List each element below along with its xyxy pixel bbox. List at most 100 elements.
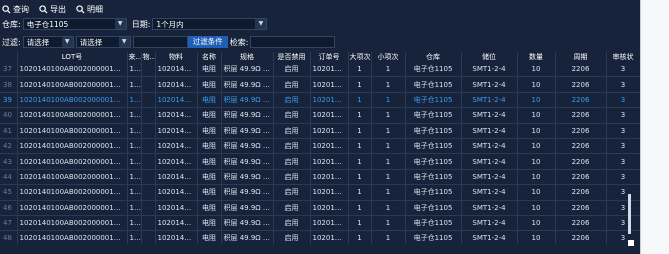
table-cell: 1 — [371, 215, 406, 232]
table-cell: 1020140100AB0020000010002... — [17, 200, 128, 216]
table-cell: 1 — [371, 138, 406, 155]
table-cell — [141, 107, 156, 124]
col-header[interactable]: 物料 — [155, 52, 198, 62]
chevron-down-icon[interactable]: ▼ — [118, 37, 130, 47]
col-header[interactable]: 名称 — [197, 52, 222, 62]
table-cell: 3 — [606, 92, 640, 109]
export-button[interactable]: 导出 — [39, 4, 66, 15]
table-cell: 2206 — [555, 107, 607, 124]
table-row[interactable]: 41 1020140100AB0020000010002... 1... 102014… — [0, 123, 640, 139]
table-cell: 3 — [606, 184, 640, 201]
table-cell — [141, 184, 156, 201]
table-cell: 1 — [371, 200, 406, 216]
col-header[interactable]: 规格 — [221, 52, 274, 62]
table-cell: 1020140... — [155, 153, 198, 170]
col-header[interactable]: 是否禁用 — [273, 52, 311, 62]
table-cell: 积层 49.9Ω 04... — [221, 169, 274, 186]
table-cell: 1020140... — [310, 169, 349, 186]
table-cell: 10 — [517, 62, 556, 78]
table-cell: 积层 49.9Ω 04... — [221, 92, 274, 109]
table-row[interactable]: 47 1020140100AB0020000010002... 1... 102014… — [0, 215, 640, 232]
col-header[interactable]: 来... — [127, 52, 142, 62]
query-button[interactable]: 查询 — [2, 4, 29, 15]
date-select[interactable]: 1个月内 ▼ — [152, 18, 268, 30]
table-cell: 1020140... — [310, 138, 349, 155]
table-cell: 1020140... — [310, 107, 349, 124]
warehouse-select[interactable]: 电子仓1105 ▼ — [22, 18, 127, 30]
search-input[interactable] — [250, 36, 336, 48]
table-cell: 10 — [517, 184, 556, 201]
chevron-down-icon[interactable]: ▼ — [61, 37, 73, 47]
table-row[interactable]: 45 1020140100AB0020000010002... 1... 102014… — [0, 184, 640, 201]
table-cell — [141, 215, 156, 232]
filter-select-1[interactable]: 请选择 ▼ — [22, 36, 74, 48]
col-header[interactable]: 订单号 — [310, 52, 349, 62]
table-cell: 2206 — [555, 123, 607, 139]
table-cell: 电阻 — [197, 153, 222, 170]
table-row[interactable]: 48 1020140100AB0020000010002... 1... 102014… — [0, 230, 640, 244]
chevron-down-icon[interactable]: ▼ — [255, 19, 267, 29]
table-cell: 1... — [127, 184, 142, 201]
row-number-cell: 48 — [0, 230, 18, 244]
table-cell: 1 — [371, 230, 406, 244]
col-header[interactable]: 大项次 — [348, 52, 372, 62]
filter-value-input[interactable] — [132, 36, 188, 48]
table-cell: 1020140... — [310, 123, 349, 139]
table-cell: 1020140100AB0020000010002... — [17, 62, 128, 78]
col-header[interactable]: 物... — [141, 52, 156, 62]
table-cell: 电子仓1105 — [405, 230, 462, 244]
chevron-down-icon[interactable]: ▼ — [114, 19, 126, 29]
table-cell: 1020140... — [310, 153, 349, 170]
table-cell: 电子仓1105 — [405, 200, 462, 216]
table-cell: 电子仓1105 — [405, 76, 462, 93]
table-cell: 启用 — [273, 76, 311, 93]
app-window: 查询 导出 明细 仓库: 电子仓1105 ▼ 日期: 1个月内 ▼ 过滤: 请选… — [0, 0, 640, 254]
detail-button[interactable]: 明细 — [76, 4, 103, 15]
row-number-cell: 41 — [0, 123, 18, 139]
filter-row-1: 仓库: 电子仓1105 ▼ 日期: 1个月内 ▼ — [0, 17, 268, 31]
table-cell: 启用 — [273, 138, 311, 155]
table-cell: 2206 — [555, 200, 607, 216]
table-row[interactable]: 43 1020140100AB0020000010002... 1... 102014… — [0, 153, 640, 170]
table-cell: 1020140100AB0020000010002... — [17, 153, 128, 170]
table-cell: 2206 — [555, 184, 607, 201]
table-cell — [141, 153, 156, 170]
col-header[interactable]: 仓库 — [405, 52, 462, 62]
row-number-cell: 43 — [0, 153, 18, 170]
table-row[interactable]: 46 1020140100AB0020000010002... 1... 102014… — [0, 200, 640, 216]
col-header[interactable]: 周期 — [555, 52, 607, 62]
row-number-cell: 46 — [0, 200, 18, 216]
table-row[interactable]: 39 1020140100AB0020000010002... 1... 102014… — [0, 92, 640, 109]
col-header[interactable]: LOT号 — [17, 52, 128, 62]
table-row[interactable]: 42 1020140100AB0020000010002... 1... 102014… — [0, 138, 640, 155]
row-number-cell: 45 — [0, 184, 18, 201]
vertical-scrollbar[interactable] — [628, 194, 631, 234]
col-header[interactable]: 数量 — [517, 52, 556, 62]
table-cell: 1020140100AB0020000010002... — [17, 107, 128, 124]
table-row[interactable]: 37 1020140100AB0020000010002... 1... 102014… — [0, 62, 640, 78]
table-cell — [141, 92, 156, 109]
table-row[interactable]: 38 1020140100AB0020000010002... 1... 102014… — [0, 76, 640, 93]
table-cell: 电阻 — [197, 230, 222, 244]
table-cell: 1... — [127, 76, 142, 93]
table-cell: 1020140... — [155, 138, 198, 155]
col-header[interactable]: 储位 — [461, 52, 518, 62]
table-cell: 1020140... — [310, 92, 349, 109]
col-header[interactable]: 小项次 — [371, 52, 406, 62]
table-row[interactable]: 40 1020140100AB0020000010002... 1... 102014… — [0, 107, 640, 124]
table-cell: 2206 — [555, 215, 607, 232]
table-cell: 1020140... — [310, 184, 349, 201]
row-number-cell: 42 — [0, 138, 18, 155]
table-cell: 积层 49.9Ω 04... — [221, 200, 274, 216]
table-cell: 启用 — [273, 107, 311, 124]
table-cell: 2206 — [555, 230, 607, 244]
col-header[interactable]: 审核状 — [606, 52, 640, 62]
table-row[interactable]: 44 1020140100AB0020000010002... 1... 102014… — [0, 169, 640, 186]
table-cell: 1 — [371, 169, 406, 186]
filter-select-2[interactable]: 请选择 ▼ — [75, 36, 131, 48]
table-cell: 1 — [348, 230, 372, 244]
table-cell: 1 — [348, 62, 372, 78]
table-cell: 3 — [606, 123, 640, 139]
filter-condition-button[interactable]: 过滤条件 — [187, 36, 228, 48]
table-cell: 1020140100AB0020000010002... — [17, 92, 128, 109]
